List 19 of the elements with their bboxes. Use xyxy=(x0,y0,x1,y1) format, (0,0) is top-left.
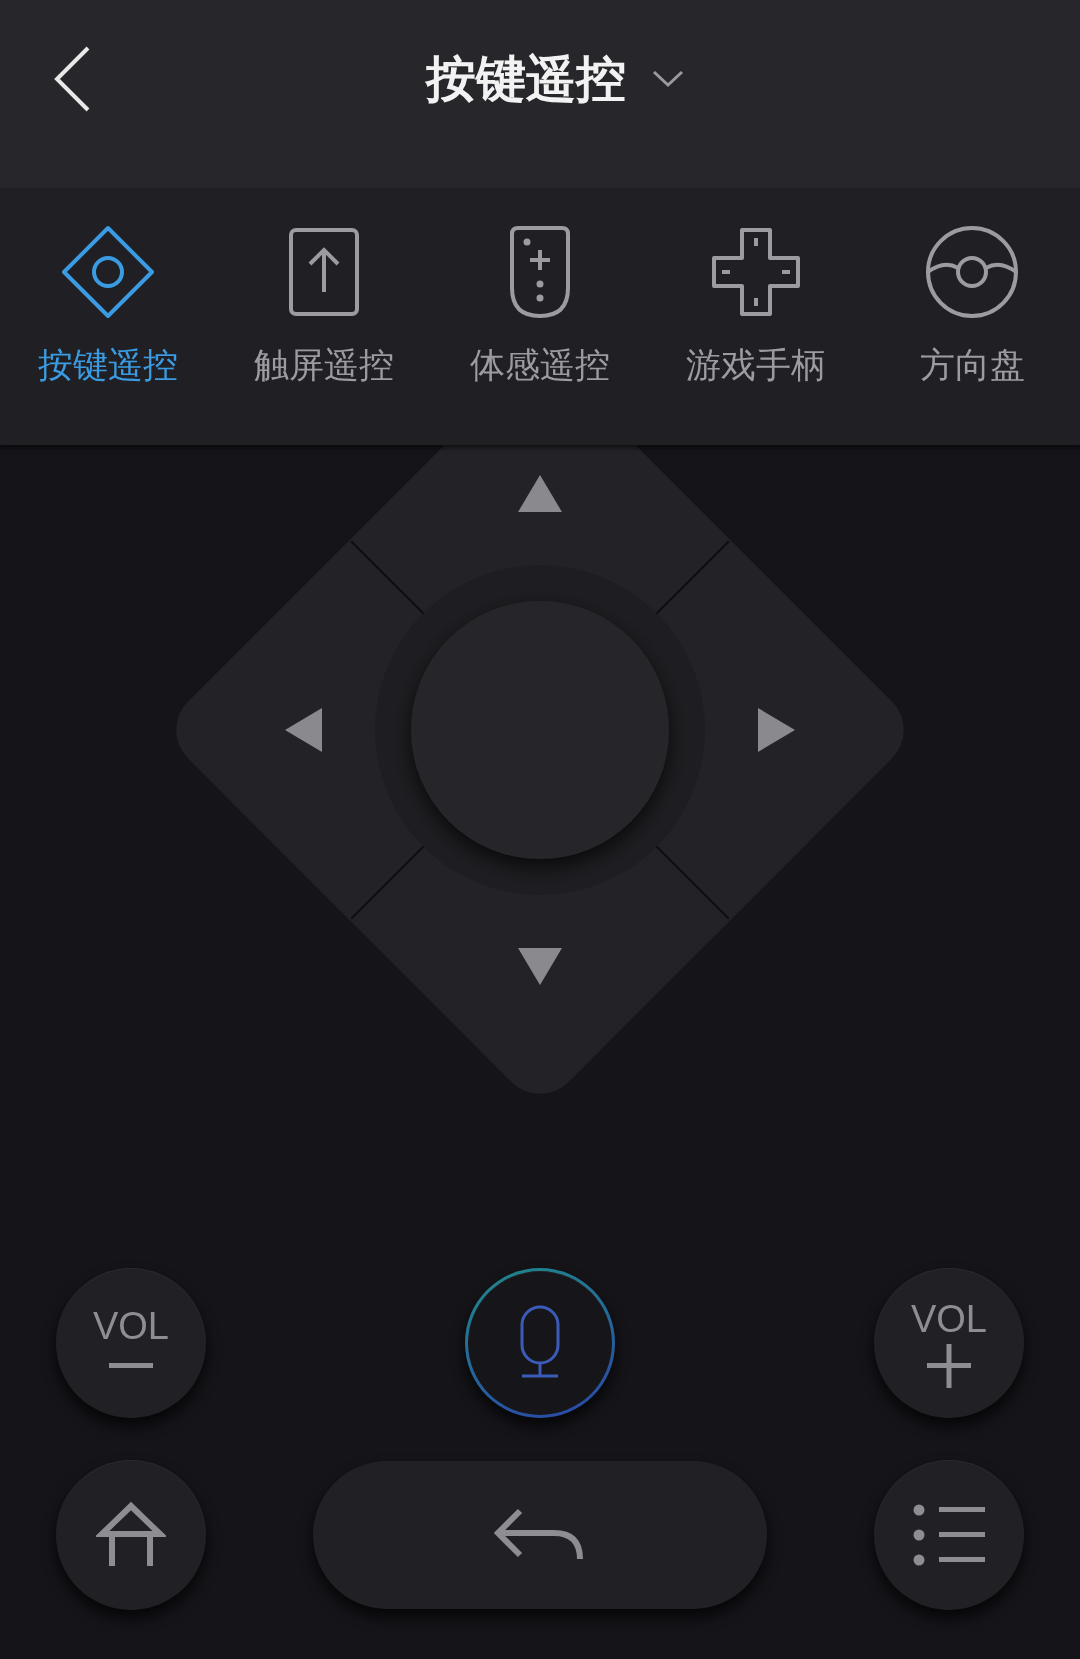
volume-down-button[interactable]: VOL xyxy=(56,1268,206,1418)
left-arrow-icon[interactable] xyxy=(285,708,322,752)
minus-icon xyxy=(109,1362,153,1368)
mode-tab[interactable]: 方向盘 xyxy=(864,188,1080,445)
back-icon[interactable] xyxy=(52,44,92,114)
screen-title[interactable]: 按键遥控 xyxy=(426,44,626,114)
mode-tab[interactable]: 体感遥控 xyxy=(432,188,648,445)
wheel-icon xyxy=(924,224,1020,320)
volume-up-button[interactable]: VOL xyxy=(874,1268,1024,1418)
plus-icon xyxy=(927,1344,971,1388)
caret-icon[interactable] xyxy=(652,70,684,88)
mode-tab[interactable]: 触屏遥控 xyxy=(216,188,432,445)
right-arrow-icon[interactable] xyxy=(758,708,795,752)
mode-tab[interactable]: 游戏手柄 xyxy=(648,188,864,445)
list-icon xyxy=(913,1504,985,1566)
down-arrow-icon[interactable] xyxy=(518,948,562,985)
mode-tab[interactable]: 按键遥控 xyxy=(0,188,216,445)
up-arrow-icon[interactable] xyxy=(518,475,562,512)
diamond-icon xyxy=(60,224,156,320)
